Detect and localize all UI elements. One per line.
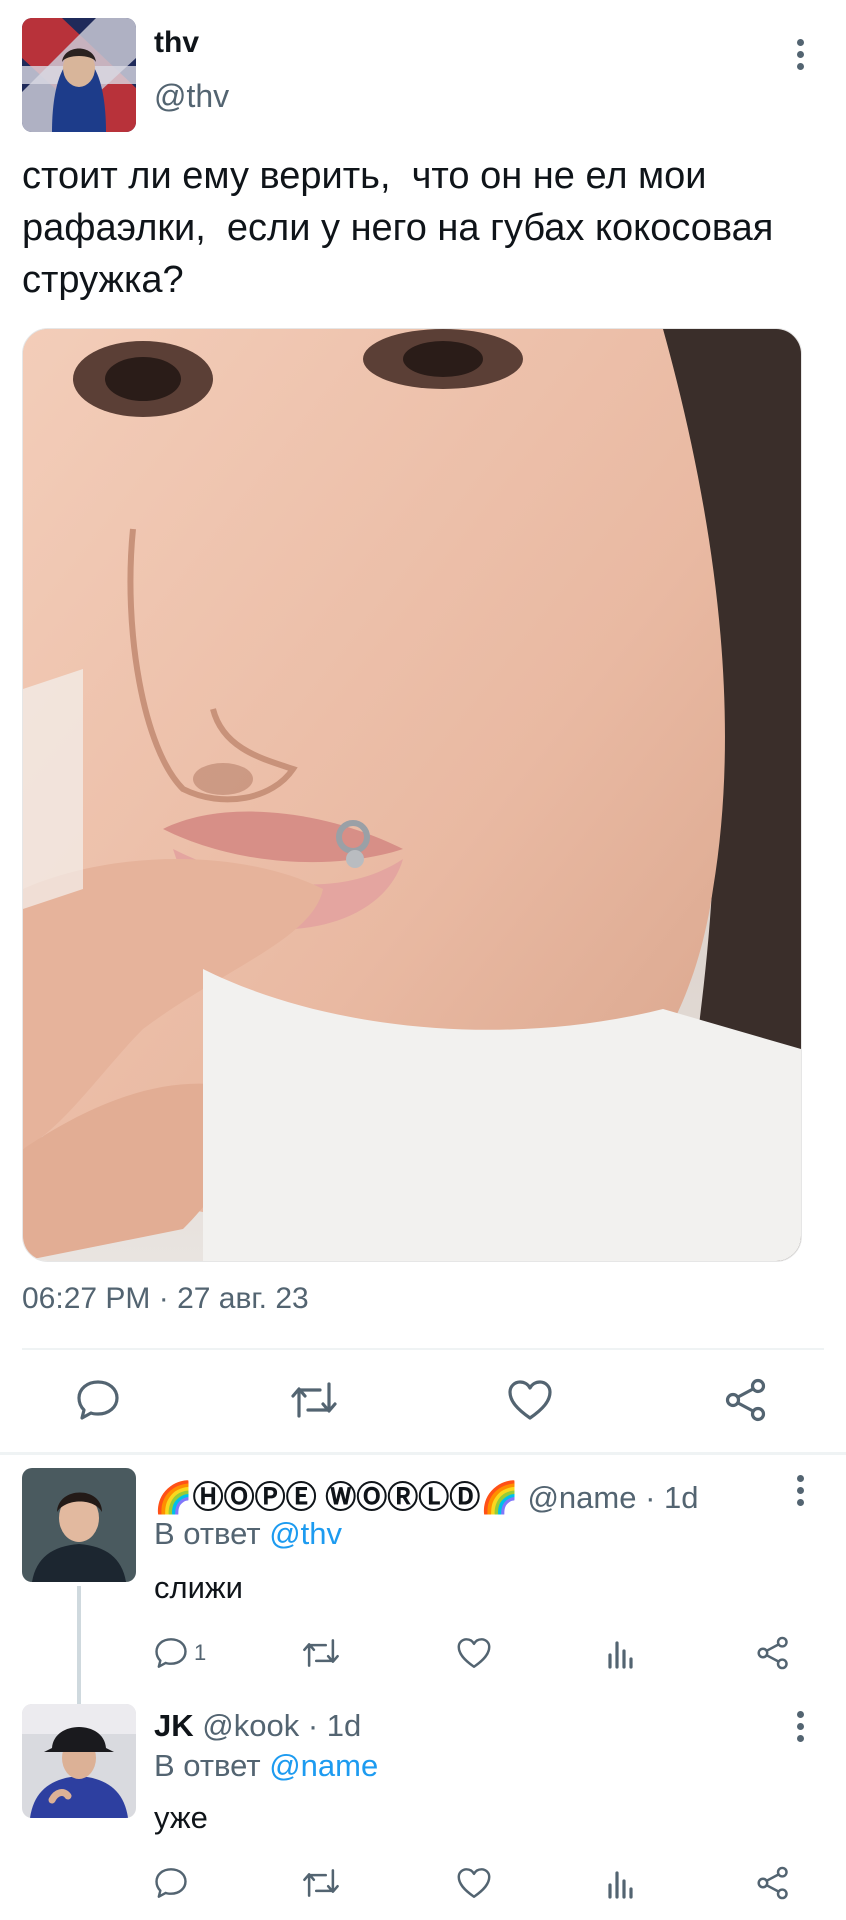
reply-avatar[interactable]: [22, 1704, 136, 1818]
reply-count: 1: [194, 1640, 207, 1665]
reply-handle[interactable]: @name: [527, 1480, 636, 1515]
retweet-icon[interactable]: [302, 1862, 340, 1904]
like-icon[interactable]: [456, 1632, 492, 1674]
reply-header: 🌈ⒽⓄⓅⒺ ⓌⓄⓇⓁⒹ🌈 @name · 1d: [154, 1472, 699, 1517]
share-icon[interactable]: [718, 1375, 774, 1425]
tweet-image[interactable]: [22, 328, 802, 1262]
reply-prefix: В ответ: [154, 1516, 261, 1551]
like-icon[interactable]: [456, 1862, 492, 1904]
share-icon[interactable]: [756, 1632, 790, 1674]
reply-avatar[interactable]: [22, 1468, 136, 1582]
more-options-icon[interactable]: [785, 1470, 815, 1510]
retweet-icon[interactable]: [286, 1375, 342, 1425]
reply-text: слижи: [154, 1570, 243, 1605]
reply-prefix: В ответ: [154, 1748, 261, 1783]
reply-display-name[interactable]: 🌈ⒽⓄⓅⒺ ⓌⓄⓇⓁⒹ🌈: [154, 1480, 519, 1515]
reply-icon[interactable]: 1: [154, 1632, 206, 1674]
tweet-timestamp[interactable]: 06:27 PM · 27 авг. 23: [22, 1282, 309, 1316]
share-icon[interactable]: [756, 1862, 790, 1904]
reply-display-name[interactable]: JK: [154, 1708, 194, 1743]
photo-face-closeup: [23, 329, 801, 1261]
retweet-icon[interactable]: [302, 1632, 340, 1674]
divider: [22, 1348, 824, 1350]
author-display-name[interactable]: thv: [154, 26, 199, 60]
views-icon[interactable]: [606, 1862, 638, 1904]
reply-icon[interactable]: [70, 1375, 126, 1425]
reply-header: JK @kook · 1d: [154, 1708, 361, 1744]
reply-mention[interactable]: @name: [269, 1748, 378, 1783]
reply-text: уже: [154, 1800, 208, 1835]
more-options-icon[interactable]: [785, 1706, 815, 1746]
views-icon[interactable]: [606, 1632, 638, 1674]
more-options-icon[interactable]: [785, 34, 815, 74]
reply-icon[interactable]: [154, 1862, 188, 1904]
reply-mention[interactable]: @thv: [269, 1516, 342, 1551]
reply-time[interactable]: · 1d: [645, 1480, 698, 1515]
reply-context: В ответ @name: [154, 1748, 378, 1784]
author-handle[interactable]: @thv: [154, 78, 229, 115]
like-icon[interactable]: [502, 1375, 558, 1425]
author-avatar[interactable]: [22, 18, 136, 132]
reply-context: В ответ @thv: [154, 1516, 342, 1552]
reply-handle[interactable]: @kook: [202, 1708, 299, 1743]
vertical-thread-line: [77, 1586, 81, 1704]
tweet-text: стоит ли ему верить, что он не ел мои ра…: [22, 155, 784, 301]
section-divider: [0, 1452, 846, 1455]
reply-time[interactable]: · 1d: [308, 1708, 361, 1743]
